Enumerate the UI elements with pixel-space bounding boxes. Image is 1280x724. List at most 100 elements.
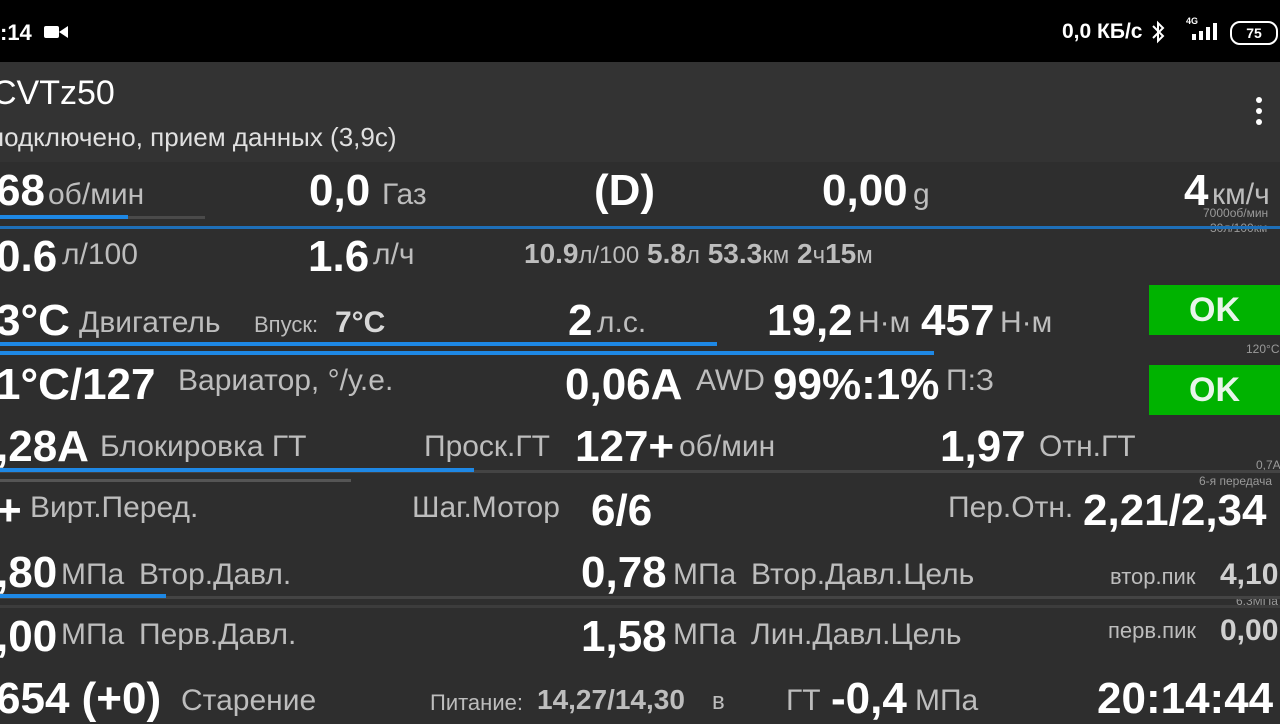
gear-bar — [0, 479, 351, 482]
tc-pressure-label: ГТ — [786, 684, 821, 717]
primary-peak-label: перв.пик — [1108, 618, 1197, 643]
aging-value: 654 (+0) — [0, 674, 162, 723]
trip-hours: 2 — [797, 238, 813, 269]
bluetooth-icon — [1150, 20, 1166, 49]
slip-value: 127+ — [575, 422, 675, 471]
secondary-target-unit: МПа — [673, 558, 737, 591]
torque-max-value: 457 — [921, 296, 995, 345]
secondary-peak-value: 4,10 — [1220, 558, 1279, 591]
trip-avg-unit: л/100 — [578, 242, 640, 269]
engine-temp-bar — [0, 342, 717, 346]
trip-fuel: 5.8 — [647, 238, 686, 269]
primary-bar-track — [0, 605, 1280, 608]
throttle-value: 0,0 — [309, 166, 371, 215]
gforce-unit: g — [913, 178, 930, 211]
power-label: Питание: — [430, 690, 523, 715]
cvt-current-value: 0,06A — [565, 360, 683, 409]
overflow-menu-icon[interactable] — [1256, 97, 1264, 130]
line-pressure-value: 1,58 — [581, 612, 667, 661]
trip-distance: 53.3 — [707, 238, 763, 269]
cvt-temp-value: 1°C/127 — [0, 360, 156, 409]
consumption-unit: л/100 — [62, 238, 138, 271]
signal-icon — [1186, 22, 1222, 45]
cvt-status-badge: OK — [1149, 365, 1280, 415]
status-time: :14 — [0, 20, 32, 45]
trip-distance-unit: км — [762, 242, 790, 269]
primary-pressure-label: Перв.Давл. — [139, 618, 297, 651]
aging-label: Старение — [181, 684, 317, 717]
trip-hours-unit: ч — [812, 242, 826, 269]
rpm-value: 68 — [0, 166, 45, 215]
secondary-pressure-bar — [0, 594, 166, 598]
power-unit: в — [712, 688, 725, 715]
gear-ratio-label: Пер.Отн. — [948, 491, 1074, 524]
gear-ratio-value: 2,21/2,34 — [1083, 486, 1267, 535]
intake-label: Впуск: — [254, 312, 319, 337]
cvt-label: Вариатор, °/у.е. — [178, 364, 394, 397]
torque-max-unit: Н·м — [1000, 306, 1053, 339]
trip-minutes-unit: м — [856, 242, 873, 269]
engine-status-badge: OK — [1149, 285, 1280, 335]
engine-temp-value: 3°C — [0, 296, 70, 345]
tc-ratio-value: 1,97 — [940, 422, 1026, 471]
slip-unit: об/мин — [679, 430, 776, 463]
stepper-value: 6/6 — [591, 486, 653, 535]
consumption-hour-value: 1.6 — [308, 232, 370, 281]
consumption-hour-unit: л/ч — [373, 238, 415, 271]
secondary-pressure-value: ,80 — [0, 548, 58, 597]
trip-fuel-unit: л — [685, 242, 700, 269]
net-speed: 0,0 КБ/с — [1062, 20, 1143, 43]
secondary-bar-track — [0, 596, 1280, 599]
cvt-temp-bar — [0, 351, 934, 355]
gforce-value: 0,00 — [822, 166, 908, 215]
lockup-label: Блокировка ГТ — [100, 430, 307, 463]
app-title: CVTz50 — [0, 74, 115, 112]
rpm-bar — [0, 215, 128, 219]
temp-scale-label: 120°C — [1246, 342, 1280, 356]
consumption-bar — [0, 226, 1280, 229]
clock: 20:14:44 — [1097, 674, 1274, 723]
consumption-value: 0.6 — [0, 232, 58, 281]
app-bar: CVTz50 подключено, прием данных (3,9с) — [0, 62, 1280, 162]
battery-level: 75 — [1246, 25, 1262, 41]
lockup-bar — [0, 468, 474, 472]
connection-status: подключено, прием данных (3,9с) — [0, 122, 397, 152]
power-value: 14,27/14,30 — [537, 684, 685, 715]
secondary-target-value: 0,78 — [581, 548, 667, 597]
horsepower-value: 2 — [568, 296, 593, 345]
virtual-gear-label: Вирт.Перед. — [30, 491, 199, 524]
tc-ratio-label: Отн.ГТ — [1039, 430, 1136, 463]
rpm-unit: об/мин — [48, 178, 145, 211]
secondary-target-label: Втор.Давл.Цель — [751, 558, 975, 591]
tc-pressure-unit: МПа — [915, 684, 979, 717]
awd-label: AWD — [696, 364, 765, 397]
secondary-peak-label: втор.пик — [1110, 564, 1196, 589]
virtual-gear-value: + — [0, 486, 22, 535]
awd-value: 99%:1% — [773, 360, 940, 409]
primary-pressure-unit: МПа — [61, 618, 125, 651]
line-pressure-unit: МПа — [673, 618, 737, 651]
slip-label: Проск.ГТ — [424, 430, 550, 463]
lockup-value: ,28A — [0, 422, 89, 471]
throttle-label: Газ — [382, 178, 427, 211]
horsepower-unit: л.с. — [597, 306, 647, 339]
video-camera-icon — [44, 24, 68, 45]
secondary-pressure-unit: МПа — [61, 558, 125, 591]
cvt-mode: П:З — [946, 364, 995, 397]
tc-pressure-value: -0,4 — [831, 674, 907, 723]
trip-minutes: 15 — [825, 238, 857, 269]
rpm-scale-label: 7000об/мин — [1203, 206, 1269, 220]
torque-value: 19,2 — [767, 296, 853, 345]
trip-avg: 10.9 — [524, 238, 579, 269]
primary-pressure-value: ,00 — [0, 612, 58, 661]
engine-label: Двигатель — [79, 306, 221, 339]
intake-value: 7°C — [335, 306, 386, 339]
stepper-label: Шаг.Мотор — [412, 491, 560, 524]
status-bar: :14 0,0 КБ/с 4G 75 — [0, 0, 1280, 62]
torque-unit: Н·м — [858, 306, 911, 339]
trip-summary: 10.9л/100 5.8л 53.3км 2ч15м — [524, 238, 873, 270]
gear-indicator: (D) — [594, 166, 656, 215]
secondary-pressure-label: Втор.Давл. — [139, 558, 292, 591]
primary-peak-value: 0,00 — [1220, 614, 1279, 647]
line-pressure-label: Лин.Давл.Цель — [751, 618, 962, 651]
